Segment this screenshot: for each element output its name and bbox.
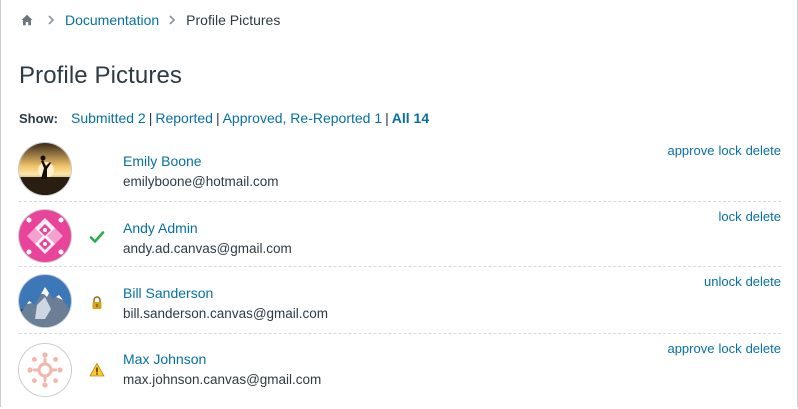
user-info: Max Johnson max.johnson.canvas@gmail.com [123,350,321,389]
warning-icon [89,362,105,377]
avatar [19,344,71,396]
filter-submitted-link[interactable]: Submitted 2 [71,110,146,126]
chevron-right-icon [169,15,176,25]
unlock-link[interactable]: unlock [704,274,742,289]
checkmark-icon [89,231,105,243]
row-actions: unlock delete [700,274,781,289]
breadcrumb-current: Profile Pictures [186,12,281,28]
filter-separator: | [215,110,220,126]
avatar [19,210,71,262]
list-item: Bill Sanderson bill.sanderson.canvas@gma… [19,267,781,334]
lock-link[interactable]: lock [718,209,741,224]
delete-link[interactable]: delete [746,274,781,289]
chevron-right-icon [48,15,55,25]
user-name-link[interactable]: Andy Admin [123,219,292,237]
app-frame: Documentation Profile Pictures Profile P… [0,0,798,407]
row-actions: lock delete [714,209,781,224]
delete-link[interactable]: delete [746,341,781,356]
lock-link[interactable]: lock [718,143,741,158]
lock-link[interactable]: lock [718,341,741,356]
user-email: max.johnson.canvas@gmail.com [123,372,322,387]
filter-approved-reported-link[interactable]: Approved, Re-Reported 1 [223,110,383,126]
list-item: Max Johnson max.johnson.canvas@gmail.com… [19,334,781,404]
approve-link[interactable]: approve [667,341,714,356]
user-name-link[interactable]: Emily Boone [123,152,279,170]
delete-link[interactable]: delete [746,143,781,158]
user-email: emilyboone@hotmail.com [123,174,279,189]
filter-separator: | [385,110,389,126]
row-actions: approve lock delete [663,143,781,158]
user-info: Andy Admin andy.ad.canvas@gmail.com [123,219,292,258]
avatar [19,143,71,195]
filter-separator: | [148,110,153,126]
user-email: andy.ad.canvas@gmail.com [123,241,292,256]
user-name-link[interactable]: Max Johnson [123,350,321,368]
user-info: Emily Boone emilyboone@hotmail.com [123,152,279,191]
user-email: bill.sanderson.canvas@gmail.com [123,306,329,321]
home-icon[interactable] [21,14,33,26]
row-actions: approve lock delete [663,341,781,356]
user-name-link[interactable]: Bill Sanderson [123,284,328,302]
list-item: Andy Admin andy.ad.canvas@gmail.com lock… [19,202,781,267]
filter-all-link[interactable]: All 14 [392,110,429,126]
filter-bar: Show: Submitted 2 | Reported | Approved,… [19,110,429,126]
delete-link[interactable]: delete [746,209,781,224]
approve-link[interactable]: approve [667,143,714,158]
user-info: Bill Sanderson bill.sanderson.canvas@gma… [123,284,328,323]
page-title: Profile Pictures [19,62,182,89]
profile-picture-list: Emily Boone emilyboone@hotmail.com appro… [19,137,781,404]
list-item: Emily Boone emilyboone@hotmail.com appro… [19,137,781,202]
filter-reported-link[interactable]: Reported [155,110,213,126]
filter-label: Show: [19,111,58,126]
lock-icon [92,296,102,309]
avatar [19,275,71,327]
breadcrumb-documentation-link[interactable]: Documentation [65,12,159,28]
breadcrumb: Documentation Profile Pictures [21,11,280,29]
